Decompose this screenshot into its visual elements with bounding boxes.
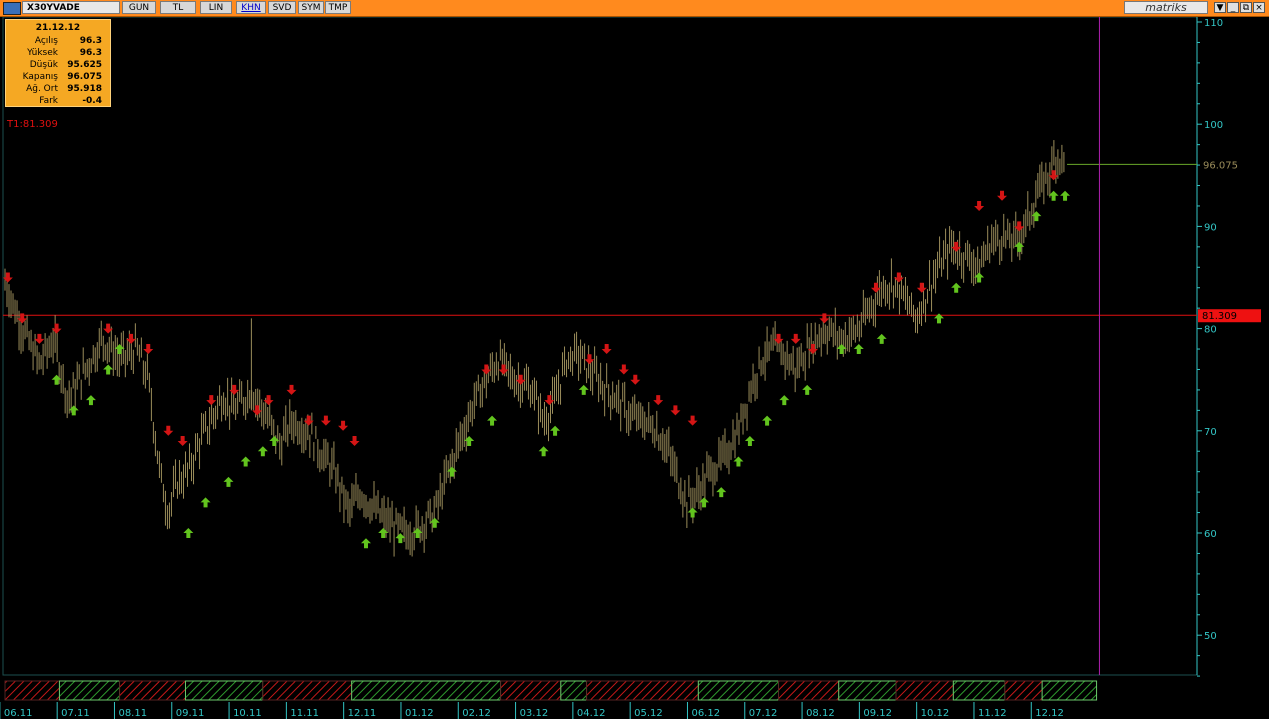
x-tick-label: 08.11 [118, 708, 147, 719]
info-label: Düşük [29, 60, 58, 70]
buy-segment [351, 680, 502, 701]
button-svd[interactable]: SVD [268, 1, 296, 14]
y-tick-label: 110 [1204, 18, 1223, 29]
sell-segment [586, 680, 699, 701]
info-label: Yüksek [27, 48, 58, 58]
style-button-khn[interactable]: KHN [236, 1, 266, 14]
price-chart[interactable]: 5060708090100110 T1:81.30981.309 96.075 … [0, 0, 1269, 719]
x-tick-label: 06.11 [4, 708, 33, 719]
y-tick-label: 60 [1204, 529, 1217, 540]
x-tick-label: 04.12 [577, 708, 606, 719]
sell-segment [500, 680, 562, 701]
x-tick-label: 11.11 [290, 708, 319, 719]
buy-segment [952, 680, 1006, 701]
x-tick-label: 09.11 [176, 708, 205, 719]
restore-icon[interactable]: ⧉ [1240, 2, 1252, 13]
y-tick-label: 90 [1204, 222, 1217, 233]
info-value: 95.918 [67, 84, 102, 94]
info-row-open: Açılış 96.3 [6, 35, 110, 47]
signal-segment-bar [4, 680, 1098, 701]
info-row-low: Düşük 95.625 [6, 59, 110, 71]
sell-segment [262, 680, 353, 701]
scale-button-lin[interactable]: LIN [200, 1, 232, 14]
button-tmp[interactable]: TMP [325, 1, 351, 14]
buy-segment [1041, 680, 1098, 701]
y-tick-label: 70 [1204, 427, 1217, 438]
plot-area [2, 16, 1198, 676]
x-tick-label: 12.11 [348, 708, 377, 719]
y-tick-label: 50 [1204, 631, 1217, 642]
info-label: Ağ. Ort [26, 84, 58, 94]
x-tick-label: 06.12 [691, 708, 720, 719]
info-row-high: Yüksek 96.3 [6, 47, 110, 59]
buy-segment [58, 680, 121, 701]
minimize-icon[interactable]: _ [1227, 2, 1239, 13]
close-icon[interactable]: × [1253, 2, 1265, 13]
chart-toolbar: X30YVADE GUN TL LIN KHN SVD SYM TMP matr… [0, 0, 1269, 17]
x-tick-label: 10.11 [233, 708, 262, 719]
x-tick-label: 12.12 [1035, 708, 1064, 719]
x-tick-label: 11.12 [978, 708, 1007, 719]
x-tick-label: 03.12 [520, 708, 549, 719]
x-tick-label: 01.12 [405, 708, 434, 719]
info-label: Kapanış [22, 72, 58, 82]
info-value: 95.625 [67, 60, 102, 70]
info-value: 96.3 [79, 48, 102, 58]
buy-segment [184, 680, 264, 701]
x-tick-label: 05.12 [634, 708, 663, 719]
buy-segment [838, 680, 897, 701]
currency-button-tl[interactable]: TL [160, 1, 196, 14]
y-tick-label: 80 [1204, 325, 1217, 336]
x-tick-label: 10.12 [921, 708, 950, 719]
info-value: 96.075 [67, 72, 102, 82]
x-axis: 06.11 07.11 08.11 09.11 10.11 11.11 12.11 01.12… [0, 702, 1269, 719]
x-tick-label: 07.11 [61, 708, 90, 719]
x-tick-label: 07.12 [749, 708, 778, 719]
button-sym[interactable]: SYM [298, 1, 324, 14]
level-line-label: T1:81.309 [6, 119, 58, 130]
sell-segment [895, 680, 954, 701]
buy-segment [560, 680, 588, 701]
x-tick-label: 09.12 [863, 708, 892, 719]
y-tick-label: 100 [1204, 120, 1223, 131]
last-price-label: 96.075 [1203, 160, 1238, 171]
info-label: Fark [39, 96, 58, 106]
matriks-logo: matriks [1124, 1, 1208, 14]
sell-segment [1004, 680, 1043, 701]
info-value: -0.4 [82, 96, 102, 106]
period-button-gun[interactable]: GUN [122, 1, 156, 14]
ohlc-info-box: 21.12.12 Açılış 96.3 Yüksek 96.3 Düşük 95.6… [5, 19, 111, 107]
sell-segment [119, 680, 186, 701]
dropdown-icon[interactable]: ▼ [1214, 2, 1226, 13]
info-label: Açılış [34, 36, 58, 46]
y-axis: 50 60 70 80 90 100 110 [1196, 17, 1223, 677]
sell-segment [778, 680, 840, 701]
symbol-field[interactable]: X30YVADE [22, 1, 120, 14]
buy-segment [697, 680, 780, 701]
info-row-wavg: Ağ. Ort 95.918 [6, 83, 110, 95]
x-tick-label: 02.12 [462, 708, 491, 719]
info-row-diff: Fark -0.4 [6, 95, 110, 107]
x-tick-label: 08.12 [806, 708, 835, 719]
info-value: 96.3 [79, 36, 102, 46]
info-date: 21.12.12 [35, 23, 81, 33]
window-menu-icon[interactable] [3, 2, 21, 15]
sell-segment [4, 680, 60, 701]
info-row-close: Kapanış 96.075 [6, 71, 110, 83]
level-tag-label: 81.309 [1202, 311, 1237, 322]
